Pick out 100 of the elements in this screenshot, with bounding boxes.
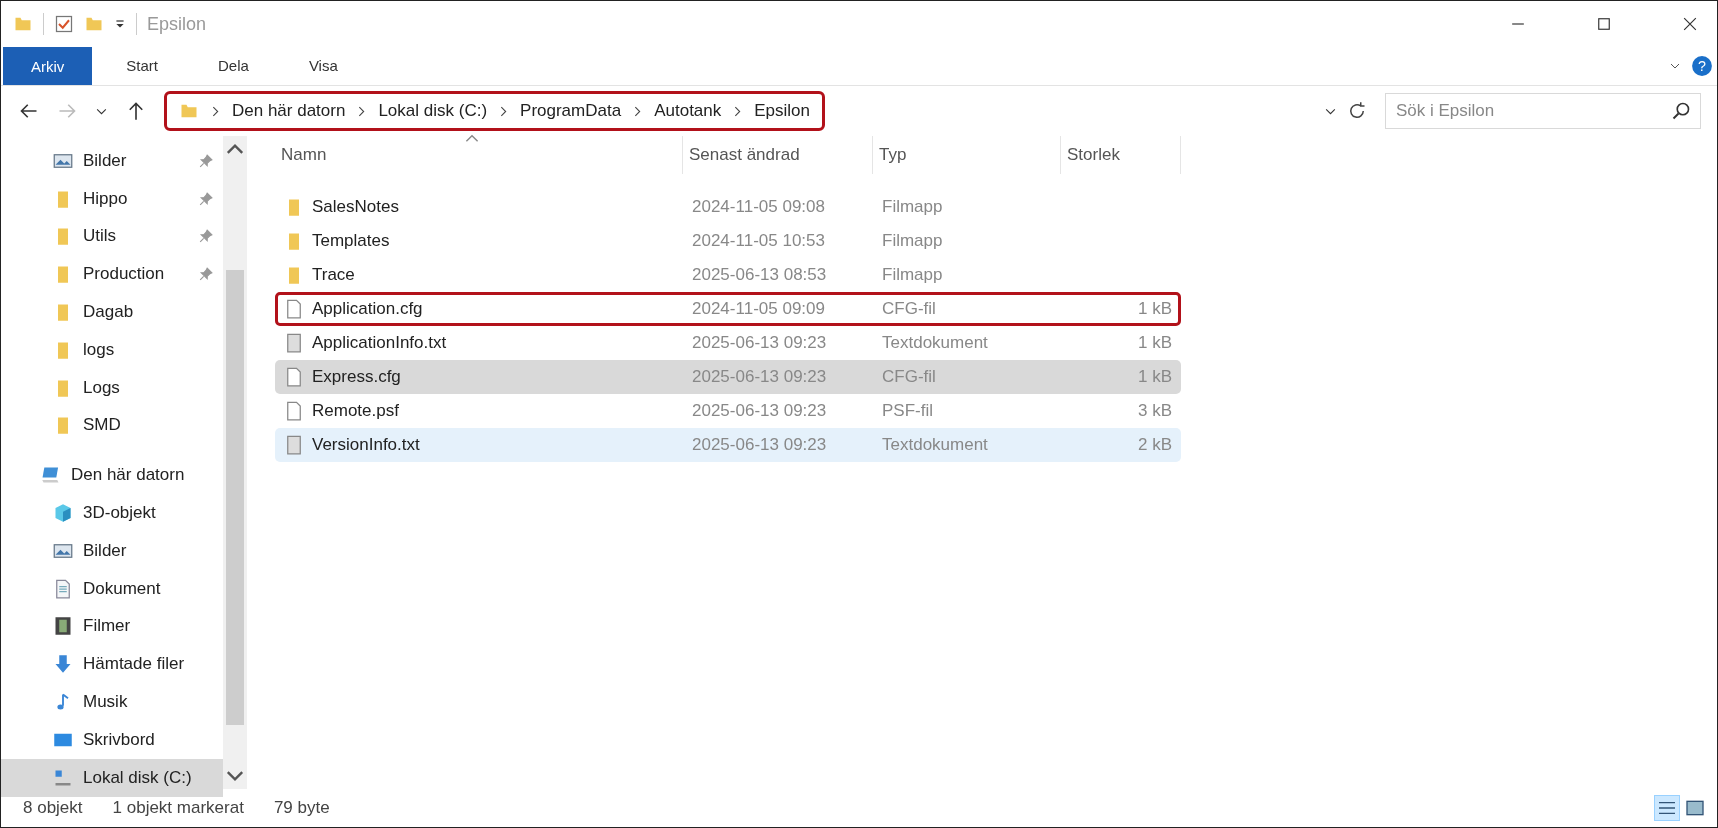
file-type: Textdokument <box>881 435 989 455</box>
file-icon <box>284 401 304 421</box>
sidebar-item[interactable]: Logs <box>1 368 223 407</box>
file-name: Express.cfg <box>312 367 401 387</box>
sort-caret-icon <box>465 134 479 143</box>
pin-icon[interactable] <box>199 153 213 168</box>
film-strip-icon <box>53 616 73 637</box>
document-icon <box>53 578 73 599</box>
chevron-right-icon[interactable] <box>211 104 220 118</box>
sidebar-item[interactable]: Hämtade filer <box>1 645 223 684</box>
file-name: Remote.psf <box>312 401 399 421</box>
chevron-right-icon[interactable] <box>357 104 367 118</box>
chevron-right-icon[interactable] <box>499 104 509 118</box>
file-size: 2 kB <box>1137 435 1172 454</box>
column-header[interactable]: Storlek <box>1061 136 1181 174</box>
checkmark-icon[interactable] <box>54 14 74 34</box>
file-row[interactable]: Application.cfg 2024-11-05 09:09 CFG-fil 1 kB <box>275 292 1181 326</box>
scrollbar-thumb[interactable] <box>226 270 244 725</box>
selection-count: 1 objekt markerat <box>112 798 244 818</box>
file-row[interactable]: Trace 2025-06-13 08:53 Filmapp <box>275 258 1181 292</box>
dropdown-icon[interactable] <box>114 18 126 30</box>
file-name: Application.cfg <box>312 299 423 319</box>
pin-icon[interactable] <box>199 229 213 244</box>
sidebar-item[interactable]: Dagab <box>1 293 223 331</box>
pin-icon[interactable] <box>199 191 213 206</box>
date-modified: 2025-06-13 09:23 <box>691 367 828 387</box>
sidebar-item[interactable]: Utils <box>1 217 223 256</box>
date-modified: 2025-06-13 09:23 <box>691 401 828 421</box>
ribbon-tab[interactable]: Arkiv <box>3 47 93 85</box>
file-row[interactable]: ApplicationInfo.txt 2025-06-13 09:23 Textdokument 1 kB <box>275 326 1181 360</box>
breadcrumb[interactable]: Autotank <box>654 101 722 121</box>
date-modified: 2024-11-05 09:09 <box>691 299 826 319</box>
column-header[interactable]: Typ <box>873 136 1061 174</box>
file-name: Trace <box>312 265 355 285</box>
breadcrumb[interactable]: Lokal disk (C:) <box>378 101 488 121</box>
maximize-icon[interactable] <box>1597 17 1611 31</box>
file-type: Filmapp <box>881 231 944 251</box>
sidebar-item[interactable]: SMD <box>1 406 223 445</box>
refresh-icon[interactable] <box>1347 101 1367 121</box>
file-name: SalesNotes <box>312 197 399 217</box>
chevron-right-icon[interactable] <box>633 104 643 118</box>
sidebar-item[interactable]: logs <box>1 331 223 369</box>
file-size: 3 kB <box>1137 401 1172 420</box>
sidebar-item[interactable]: Dokument <box>1 569 223 608</box>
file-type: PSF-fil <box>881 401 934 421</box>
file-name: ApplicationInfo.txt <box>312 333 447 353</box>
details-view-icon[interactable] <box>1655 796 1679 820</box>
file-row[interactable]: Templates 2024-11-05 10:53 Filmapp <box>275 224 1181 258</box>
sidebar-item[interactable]: Den här datorn <box>1 456 223 495</box>
breadcrumb[interactable]: ProgramData <box>520 101 622 121</box>
file-size: 1 kB <box>1137 367 1172 386</box>
file-row[interactable]: VersionInfo.txt 2025-06-13 09:23 Textdokument 2 kB <box>275 428 1181 462</box>
sidebar-item[interactable]: Skrivbord <box>1 720 223 759</box>
sidebar-item[interactable]: Musik <box>1 683 223 721</box>
sidebar-item[interactable]: Production <box>1 255 223 294</box>
file-size: 1 kB <box>1137 333 1172 352</box>
sidebar-item[interactable]: Hippo <box>1 179 223 218</box>
column-header[interactable]: Namn <box>275 136 683 174</box>
file-type: Textdokument <box>881 333 989 353</box>
help-icon[interactable]: ? <box>1691 55 1713 77</box>
close-icon[interactable] <box>1683 17 1697 31</box>
file-name: Templates <box>312 231 390 251</box>
file-name: VersionInfo.txt <box>312 435 420 455</box>
down-arrow-icon <box>53 654 73 675</box>
item-count: 8 objekt <box>23 798 83 818</box>
sidebar-item[interactable]: Bilder <box>1 531 223 570</box>
file-icon <box>284 299 304 319</box>
breadcrumb[interactable]: Epsilon <box>754 101 811 121</box>
sidebar-item[interactable]: Filmer <box>1 607 223 646</box>
file-type: Filmapp <box>881 265 944 285</box>
scrollbar[interactable] <box>223 136 247 789</box>
file-icon <box>284 367 304 387</box>
file-row[interactable]: Express.cfg 2025-06-13 09:23 CFG-fil 1 kB <box>275 360 1181 394</box>
date-modified: 2024-11-05 09:08 <box>691 197 826 217</box>
file-row[interactable]: Remote.psf 2025-06-13 09:23 PSF-fil 3 kB <box>275 394 1181 428</box>
selection-size: 79 byte <box>273 798 330 818</box>
pin-icon[interactable] <box>199 267 213 282</box>
sidebar-item[interactable]: 3D-objekt <box>1 494 223 532</box>
date-modified: 2024-11-05 10:53 <box>691 231 826 251</box>
file-row[interactable]: SalesNotes 2024-11-05 09:08 Filmapp <box>275 190 1181 224</box>
date-modified: 2025-06-13 09:23 <box>691 333 828 353</box>
search-field[interactable]: Sök i Epsilon <box>1385 93 1701 129</box>
sidebar-item[interactable]: Bilder <box>1 142 223 180</box>
file-type: Filmapp <box>881 197 944 217</box>
chevron-right-icon[interactable] <box>733 104 743 118</box>
address-bar[interactable]: Den här datorn Lokal disk (C:) ProgramData Autotank Epsilon <box>164 91 826 131</box>
date-modified: 2025-06-13 09:23 <box>691 435 828 455</box>
search-icon <box>1671 101 1691 121</box>
breadcrumb[interactable]: Den här datorn <box>232 101 346 121</box>
file-type: CFG-fil <box>881 299 937 319</box>
file-size: 1 kB <box>1137 299 1172 318</box>
text-file-icon <box>284 435 304 455</box>
file-type: CFG-fil <box>881 367 937 387</box>
date-modified: 2025-06-13 08:53 <box>691 265 828 285</box>
column-header[interactable]: Senast ändrad <box>683 136 873 174</box>
cube-icon <box>53 503 73 524</box>
window-title: Epsilon <box>147 13 207 35</box>
computer-icon <box>41 465 61 486</box>
sidebar-item[interactable]: Lokal disk (C:) <box>1 758 223 797</box>
text-file-icon <box>284 333 304 353</box>
